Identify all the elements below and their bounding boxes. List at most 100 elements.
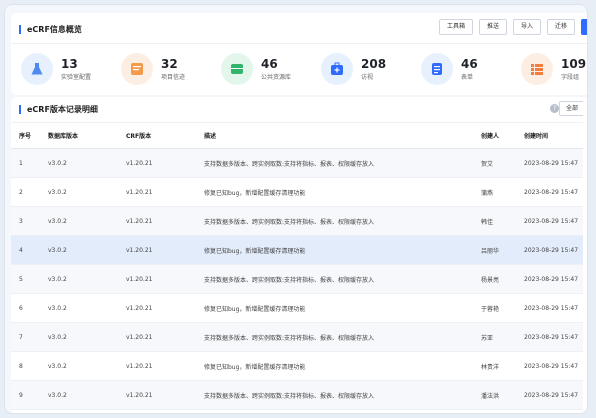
cell-creator: 林贵洋 xyxy=(473,351,516,381)
cell-creator: 潘法洪 xyxy=(473,380,516,410)
stat-value: 13 xyxy=(61,56,78,71)
cell-created-time: 2023-08-29 15:47 xyxy=(516,293,587,323)
stat-label: 访视 xyxy=(361,73,374,81)
cell-creator: 杨景亮 xyxy=(473,264,516,294)
cell-db-version: v3.0.2 xyxy=(40,148,118,178)
toolbox-button[interactable]: 工具箱 xyxy=(438,19,473,35)
col-header-created-time: 创建时间 xyxy=(516,122,587,149)
table-row[interactable]: 8 v3.0.2 v1.20.21 修复已知bug，新增配置缓存清理功能 林贵洋 2023… xyxy=(11,351,587,381)
stat-label: 公共资源库 xyxy=(261,73,292,81)
scrollbar[interactable] xyxy=(583,97,587,413)
col-header-db-version: 数据库版本 xyxy=(40,122,118,149)
cell-no: 3 xyxy=(11,206,40,236)
push-button[interactable]: 推送 xyxy=(478,19,507,35)
cell-created-time: 2023-08-29 15:47 xyxy=(516,264,587,294)
cell-description: 支持数据多版本、跨实例取数:支持将指标、报表、权限缓存放入 xyxy=(196,206,473,236)
versions-title: eCRF版本记录明细 xyxy=(19,105,98,114)
cell-description: 支持数据多版本、跨实例取数:支持将指标、报表、权限缓存放入 xyxy=(196,264,473,294)
cell-db-version: v3.0.2 xyxy=(40,380,118,410)
project-icon xyxy=(121,53,153,85)
cell-no: 7 xyxy=(11,322,40,352)
cell-created-time: 2023-08-29 15:47 xyxy=(516,206,587,236)
cell-no: 9 xyxy=(11,380,40,410)
table-row[interactable]: 7 v3.0.2 v1.20.21 支持数据多版本、跨实例取数:支持将指标、报表、权限… xyxy=(11,322,587,352)
cell-crf-version: v1.20.21 xyxy=(118,235,196,265)
cell-description: 修复已知bug，新增配置缓存清理功能 xyxy=(196,177,473,207)
stat-forms[interactable]: 46 表单 xyxy=(421,53,478,85)
cell-creator: 于蓉艳 xyxy=(473,293,516,323)
cell-description: 修复已知bug，新增配置缓存清理功能 xyxy=(196,351,473,381)
cell-created-time: 2023-08-29 15:47 xyxy=(516,380,587,410)
stat-label: 实验室配置 xyxy=(61,73,92,81)
overview-title: eCRF信息概览 xyxy=(19,25,82,34)
cell-creator: 吕丽华 xyxy=(473,235,516,265)
cell-db-version: v3.0.2 xyxy=(40,177,118,207)
database-icon xyxy=(221,53,253,85)
divider xyxy=(11,43,587,44)
cell-crf-version: v1.20.21 xyxy=(118,293,196,323)
cell-creator: 贺艾 xyxy=(473,148,516,178)
cell-no: 4 xyxy=(11,235,40,265)
col-header-description: 描述 xyxy=(196,122,473,149)
cell-db-version: v3.0.2 xyxy=(40,264,118,294)
col-header-no: 序号 xyxy=(11,122,40,149)
stat-value: 109 xyxy=(561,56,587,71)
cell-no: 2 xyxy=(11,177,40,207)
cell-crf-version: v1.20.21 xyxy=(118,380,196,410)
cell-no: 6 xyxy=(11,293,40,323)
stat-lab-config[interactable]: 13 实验室配置 xyxy=(21,53,91,85)
cell-description: 修复已知bug，新增配置缓存清理功能 xyxy=(196,293,473,323)
flask-icon xyxy=(21,53,53,85)
versions-card: eCRF版本记录明细 ? 全部 序号 数据库版本 CRF版本 描述 创建人 创建… xyxy=(11,97,587,413)
table-row[interactable]: 9 v3.0.2 v1.20.21 支持数据多版本、跨实例取数:支持将指标、报表、权限… xyxy=(11,380,587,410)
stat-public-library[interactable]: 46 公共资源库 xyxy=(221,53,291,85)
migrate-button[interactable]: 迁移 xyxy=(546,19,575,35)
cell-crf-version: v1.20.21 xyxy=(118,177,196,207)
cell-crf-version: v1.20.21 xyxy=(118,148,196,178)
app-frame: eCRF信息概览 工具箱 推送 导入 迁移 13 实验室配置 32 项目信迹 4… xyxy=(4,4,588,414)
stat-value: 208 xyxy=(361,56,387,71)
cell-created-time: 2023-08-29 15:47 xyxy=(516,322,587,352)
cell-description: 修复已知bug，新增配置缓存清理功能 xyxy=(196,235,473,265)
table-row[interactable]: 2 v3.0.2 v1.20.21 修复已知bug，新增配置缓存清理功能 蒲燕 2023-… xyxy=(11,177,587,207)
stat-projects[interactable]: 32 项目信迹 xyxy=(121,53,185,85)
cell-no: 1 xyxy=(11,148,40,178)
cell-description: 支持数据多版本、跨实例取数:支持将指标、报表、权限缓存放入 xyxy=(196,322,473,352)
cell-crf-version: v1.20.21 xyxy=(118,351,196,381)
stat-label: 表单 xyxy=(461,73,474,81)
cell-creator: 韩佳 xyxy=(473,206,516,236)
cell-crf-version: v1.20.21 xyxy=(118,206,196,236)
help-icon[interactable]: ? xyxy=(550,104,559,113)
field-group-icon xyxy=(521,53,553,85)
cell-db-version: v3.0.2 xyxy=(40,351,118,381)
cell-db-version: v3.0.2 xyxy=(40,206,118,236)
primary-action-button[interactable] xyxy=(581,19,587,35)
cell-created-time: 2023-08-29 15:47 xyxy=(516,177,587,207)
table-row[interactable]: 5 v3.0.2 v1.20.21 支持数据多版本、跨实例取数:支持将指标、报表、权限… xyxy=(11,264,587,294)
stat-value: 46 xyxy=(261,56,278,71)
toolbar: 工具箱 推送 导入 迁移 xyxy=(438,19,587,35)
table-row[interactable]: 3 v3.0.2 v1.20.21 支持数据多版本、跨实例取数:支持将指标、报表、权限… xyxy=(11,206,587,236)
overview-card: eCRF信息概览 工具箱 推送 导入 迁移 13 实验室配置 32 项目信迹 4… xyxy=(11,13,587,95)
form-icon xyxy=(421,53,453,85)
cell-created-time: 2023-08-29 15:47 xyxy=(516,148,587,178)
cell-crf-version: v1.20.21 xyxy=(118,322,196,352)
cell-no: 5 xyxy=(11,264,40,294)
stat-value: 46 xyxy=(461,56,478,71)
stat-label: 字段组 xyxy=(561,73,580,81)
cell-description: 支持数据多版本、跨实例取数:支持将指标、报表、权限缓存放入 xyxy=(196,148,473,178)
col-header-crf-version: CRF版本 xyxy=(118,122,196,149)
table-row[interactable]: 6 v3.0.2 v1.20.21 修复已知bug，新增配置缓存清理功能 于蓉艳 2023… xyxy=(11,293,587,323)
medical-kit-icon xyxy=(321,53,353,85)
table-row[interactable]: 4 v3.0.2 v1.20.21 修复已知bug，新增配置缓存清理功能 吕丽华 2023… xyxy=(11,235,587,265)
versions-table: 序号 数据库版本 CRF版本 描述 创建人 创建时间 1 v3.0.2 v1.20.… xyxy=(11,122,587,410)
stat-visits[interactable]: 208 访视 xyxy=(321,53,386,85)
stat-label: 项目信迹 xyxy=(161,73,186,81)
stats-row: 13 实验室配置 32 项目信迹 46 公共资源库 208 访视 46 表单 1… xyxy=(21,53,587,87)
stat-value: 32 xyxy=(161,56,178,71)
import-button[interactable]: 导入 xyxy=(512,19,541,35)
filter-all-button[interactable]: 全部 xyxy=(558,101,585,116)
table-row[interactable]: 1 v3.0.2 v1.20.21 支持数据多版本、跨实例取数:支持将指标、报表、权限… xyxy=(11,148,587,178)
stat-field-groups[interactable]: 109 字段组 xyxy=(521,53,586,85)
cell-db-version: v3.0.2 xyxy=(40,322,118,352)
